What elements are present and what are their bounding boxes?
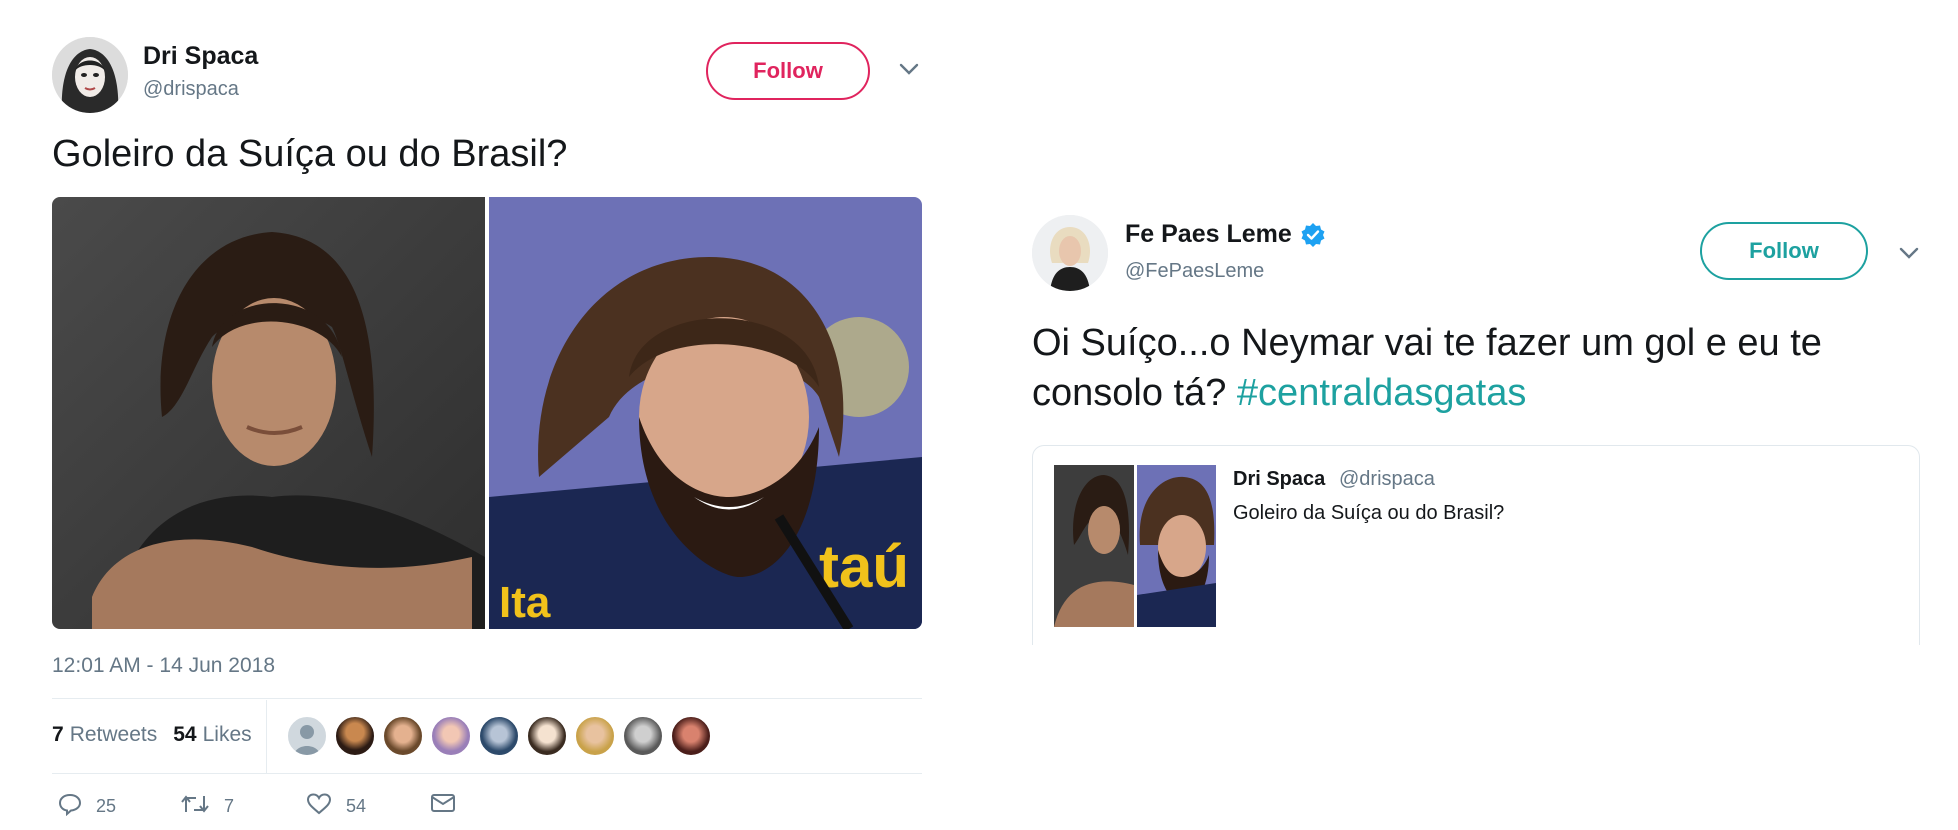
quoted-tweet-text: Goleiro da Suíça ou do Brasil? [1233,502,1505,524]
author-handle[interactable]: @FePaesLeme [1125,260,1264,283]
message-button[interactable] [430,792,470,819]
reply-button[interactable]: 25 [58,792,116,821]
hashtag-link[interactable]: #centraldasgatas [1237,372,1526,414]
liker-avatars[interactable] [287,716,719,756]
svg-text:Ita: Ita [499,578,551,627]
photo-right[interactable]: taú Ita [489,197,922,629]
liker-avatar[interactable] [479,716,519,756]
svg-text:taú: taú [819,533,909,600]
like-count: 54 [346,796,367,816]
chevron-down-icon[interactable] [898,62,920,81]
author-name-text: Fe Paes Leme [1125,220,1292,248]
follow-button[interactable]: Follow [706,42,870,100]
liker-avatar[interactable] [671,716,711,756]
author-name[interactable]: Fe Paes Leme [1125,220,1326,249]
retweet-count: 7 [224,796,235,816]
chevron-down-icon[interactable] [1898,246,1920,265]
retweets-count: 7 [52,723,64,746]
liker-avatar[interactable] [431,716,471,756]
author-handle[interactable]: @drispaca [143,78,239,101]
tweet-stats: 7 Retweets 54 Likes [52,718,252,752]
likes-label: Likes [202,723,252,746]
like-icon [306,792,346,821]
author-name[interactable]: Dri Spaca [143,42,258,71]
quoted-author-name: Dri Spaca [1233,468,1326,490]
liker-avatar[interactable] [335,716,375,756]
liker-avatar[interactable] [623,716,663,756]
quoted-tweet[interactable]: Dri Spaca @drispaca Goleiro da Suíça ou … [1032,445,1920,645]
tweet-text: Goleiro da Suíça ou do Brasil? [52,133,568,175]
tweet-media[interactable]: taú Ita [52,197,922,629]
avatar[interactable] [52,37,128,113]
like-button[interactable]: 54 [306,792,366,821]
retweet-button[interactable]: 7 [180,792,234,821]
divider [266,700,267,774]
quoted-tweet-media [1054,465,1216,627]
likes-stat[interactable]: 54 Likes [173,723,251,747]
liker-avatar[interactable] [575,716,615,756]
verified-badge-icon [1300,222,1326,248]
photo-left[interactable] [52,197,485,629]
tweet-text: Oi Suíço...o Neymar vai te fazer um gol … [1032,318,1912,418]
liker-avatar[interactable] [287,716,327,756]
follow-button[interactable]: Follow [1700,222,1868,280]
liker-avatar[interactable] [527,716,567,756]
liker-avatar[interactable] [383,716,423,756]
likes-count: 54 [173,723,197,746]
retweets-stat[interactable]: 7 Retweets [52,723,157,747]
tweet-timestamp[interactable]: 12:01 AM - 14 Jun 2018 [52,654,275,678]
reply-icon [58,792,96,821]
message-icon [430,792,470,819]
quoted-author-handle: @drispaca [1339,468,1435,490]
divider [52,698,922,699]
divider [52,773,922,774]
retweets-label: Retweets [69,723,158,746]
reply-count: 25 [96,796,117,816]
retweet-icon [180,792,224,821]
avatar[interactable] [1032,215,1108,291]
